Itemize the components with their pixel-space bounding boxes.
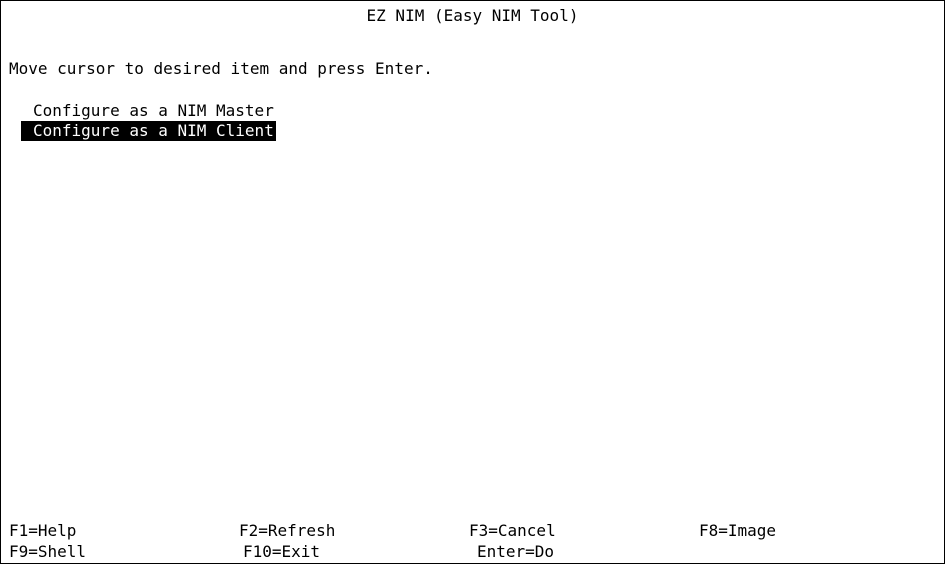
function-key-row-2: F9=Shell F10=Exit Enter=Do xyxy=(9,542,929,563)
menu-list: Configure as a NIM Master Configure as a… xyxy=(21,101,276,141)
menu-item-configure-client[interactable]: Configure as a NIM Client xyxy=(21,121,276,141)
screen-title: EZ NIM (Easy NIM Tool) xyxy=(366,6,579,25)
function-key-bar: F1=Help F2=Refresh F3=Cancel F8=Image F9… xyxy=(9,521,929,563)
menu-item-configure-master[interactable]: Configure as a NIM Master xyxy=(21,101,276,121)
instructions-text: Move cursor to desired item and press En… xyxy=(9,59,433,78)
terminal-screen: EZ NIM (Easy NIM Tool) Move cursor to de… xyxy=(0,0,945,564)
enter-do-key[interactable]: Enter=Do xyxy=(477,542,711,563)
f3-cancel-key[interactable]: F3=Cancel xyxy=(469,521,699,542)
function-key-row-1: F1=Help F2=Refresh F3=Cancel F8=Image xyxy=(9,521,929,542)
f2-refresh-key[interactable]: F2=Refresh xyxy=(239,521,469,542)
f9-shell-key[interactable]: F9=Shell xyxy=(9,542,243,563)
f8-image-key[interactable]: F8=Image xyxy=(699,521,929,542)
f10-exit-key[interactable]: F10=Exit xyxy=(243,542,477,563)
f1-help-key[interactable]: F1=Help xyxy=(9,521,239,542)
